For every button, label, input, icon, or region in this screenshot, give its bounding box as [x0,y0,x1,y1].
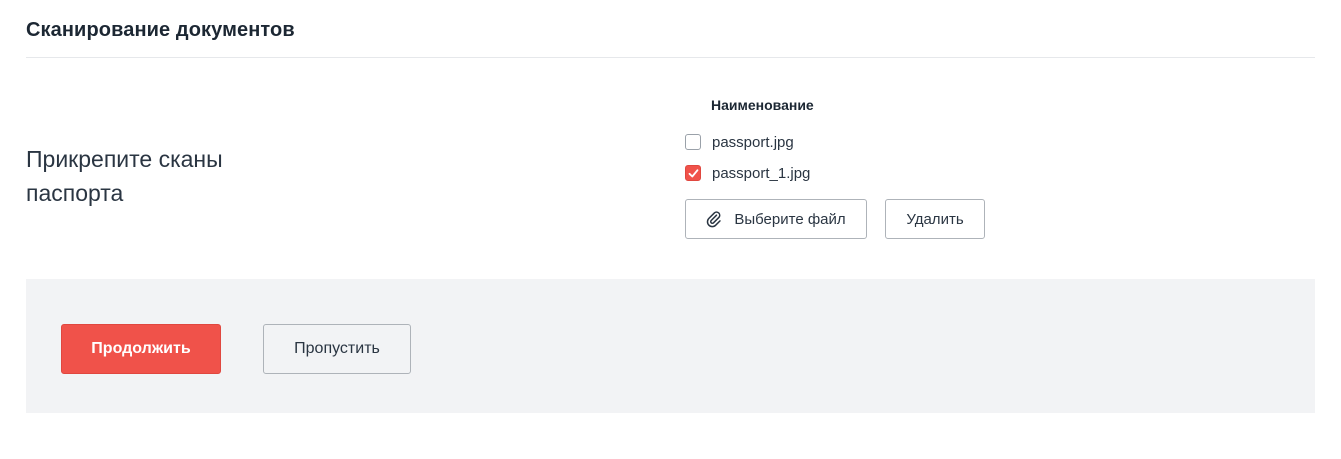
file-name: passport_1.jpg [712,164,811,182]
page: Сканирование документов Прикрепите сканы… [0,0,1341,459]
paperclip-icon [706,210,722,228]
page-title: Сканирование документов [26,19,295,41]
file-row: passport_1.jpg [685,163,810,183]
delete-button[interactable]: Удалить [885,199,985,239]
attach-prompt: Прикрепите сканы паспорта [26,146,223,206]
file-name: passport.jpg [712,133,794,151]
delete-label: Удалить [906,210,964,228]
skip-button[interactable]: Пропустить [263,324,411,374]
file-row: passport.jpg [685,132,794,152]
continue-button[interactable]: Продолжить [61,324,221,374]
choose-file-button[interactable]: Выберите файл [685,199,867,239]
file-checkbox[interactable] [685,134,701,150]
file-list-header: Наименование [711,97,814,113]
page-header: Сканирование документов [26,0,1315,58]
file-checkbox[interactable] [685,165,701,181]
action-bar: Продолжить Пропустить [26,279,1315,413]
checkmark-icon [688,169,699,178]
choose-file-label: Выберите файл [734,210,846,228]
